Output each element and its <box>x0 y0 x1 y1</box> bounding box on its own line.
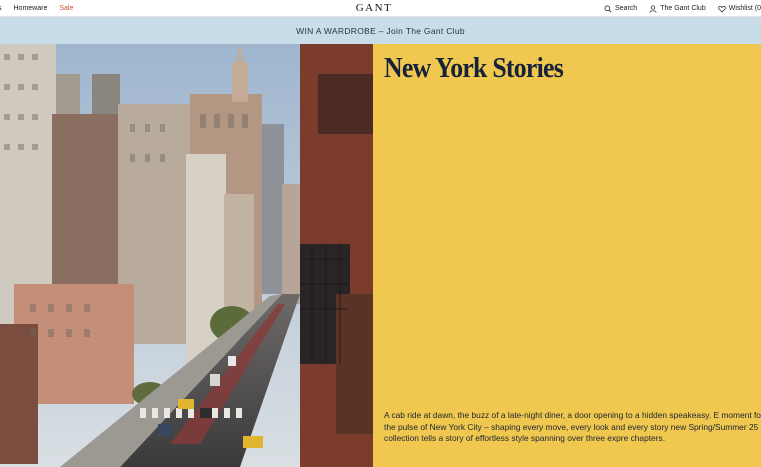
nav-link-truncated[interactable]: s <box>0 5 2 12</box>
utility-nav: Search The Gant Club Wishlist (0 <box>592 0 761 17</box>
hero-city-image[interactable] <box>0 44 373 467</box>
primary-nav: s Homeware Sale <box>0 0 85 17</box>
hero-title: New York Stories <box>384 53 564 84</box>
gant-logo[interactable]: GANT <box>346 2 402 14</box>
hero-text-panel: New York Stories A cab ride at dawn, the… <box>373 44 761 467</box>
search-icon <box>604 5 612 12</box>
nav-link-homeware[interactable]: Homeware <box>14 5 48 12</box>
hero-section: New York Stories A cab ride at dawn, the… <box>0 44 761 467</box>
gant-club-button[interactable]: The Gant Club <box>649 4 706 13</box>
top-navigation: s Homeware Sale GANT Search The Gant Clu… <box>0 0 761 17</box>
search-button[interactable]: Search <box>604 5 637 13</box>
user-icon <box>649 4 657 13</box>
wishlist-label: Wishlist (0 <box>728 5 761 12</box>
hero-description: A cab ride at dawn, the buzz of a late-n… <box>384 410 761 443</box>
wishlist-button[interactable]: Wishlist (0 <box>717 5 761 13</box>
nav-link-sale[interactable]: Sale <box>59 5 73 12</box>
heart-icon <box>717 5 726 13</box>
promo-banner[interactable]: WIN A WARDROBE – Join The Gant Club <box>0 17 761 44</box>
search-label: Search <box>615 5 638 12</box>
gant-club-label: The Gant Club <box>660 5 706 12</box>
